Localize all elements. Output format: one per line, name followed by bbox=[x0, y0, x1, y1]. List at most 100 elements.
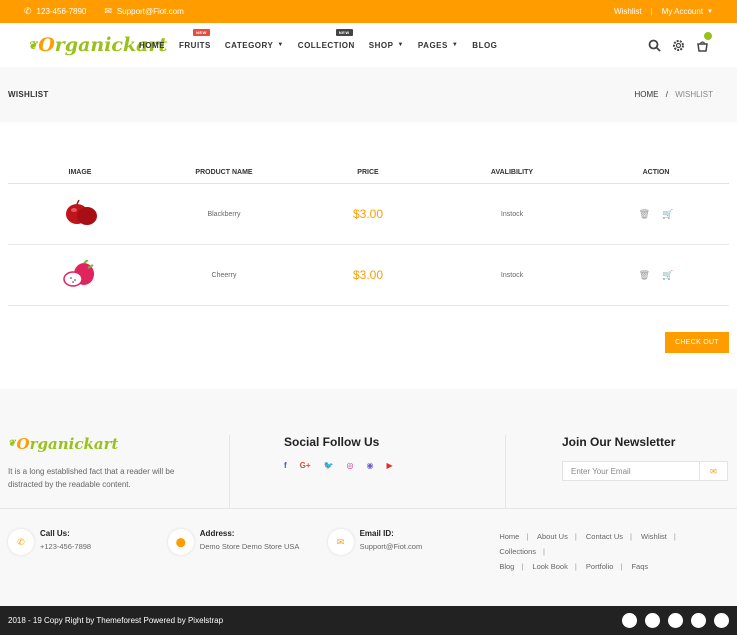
email-text: Support@Fiot.com bbox=[116, 7, 184, 16]
footer-link-wishlist[interactable]: Wishlist bbox=[641, 532, 667, 541]
breadcrumb-current: WISHLIST bbox=[675, 90, 713, 99]
contact-call: ✆ Call Us: +123-456-7898 bbox=[8, 529, 168, 555]
rss-icon[interactable]: ◉ bbox=[367, 461, 374, 470]
product-name[interactable]: Blackberry bbox=[152, 211, 296, 218]
instagram-icon[interactable]: ◎ bbox=[347, 461, 354, 470]
search-icon[interactable] bbox=[647, 38, 661, 52]
newsletter-title: Join Our Newsletter bbox=[562, 435, 676, 449]
phone-icon: ✆ bbox=[24, 6, 32, 16]
chevron-down-icon: ▼ bbox=[707, 8, 713, 15]
phone-info: ✆ 123-456-7890 bbox=[24, 6, 86, 17]
contact-email: ✉ Email ID: Support@Fiot.com bbox=[327, 529, 488, 555]
cart-count-badge bbox=[704, 32, 712, 40]
chevron-down-icon: ▼ bbox=[451, 42, 459, 48]
logo-leaf-icon: ❦ bbox=[8, 439, 16, 449]
chevron-down-icon: ▼ bbox=[277, 42, 284, 48]
product-price: $3.00 bbox=[352, 207, 384, 221]
new-badge: NEW bbox=[335, 28, 353, 36]
mail-icon: ✉ bbox=[104, 6, 112, 16]
wishlist-table: IMAGE PRODUCT NAME PRICE AVALIBILITY ACT… bbox=[8, 162, 729, 306]
email-info: ✉ Support@Fiot.com bbox=[104, 6, 183, 17]
copyright-bar: 2018 - 19 Copy Right by Themeforest Powe… bbox=[0, 606, 737, 635]
footer-link-about[interactable]: About Us bbox=[537, 532, 568, 541]
footer-link-home[interactable]: Home bbox=[499, 532, 519, 541]
page-title: WISHLIST bbox=[8, 90, 49, 99]
phone-text: 123-456-7890 bbox=[36, 7, 87, 16]
footer-link-lookbook[interactable]: Look Book bbox=[532, 562, 567, 571]
table-header: IMAGE PRODUCT NAME PRICE AVALIBILITY ACT… bbox=[8, 162, 729, 184]
footer-link-blog[interactable]: Blog bbox=[499, 562, 514, 571]
table-row: Blackberry $3.00 Instock 🗑 🛒 bbox=[8, 184, 729, 245]
social-title: Social Follow Us bbox=[284, 435, 380, 449]
nav-shop[interactable]: SHOP ▼ bbox=[369, 41, 404, 50]
delete-icon[interactable]: 🗑 bbox=[639, 270, 650, 281]
footer-link-faqs[interactable]: Faqs bbox=[631, 562, 648, 571]
cart-icon[interactable]: 🛒 bbox=[662, 270, 673, 281]
footer-newsletter: Join Our Newsletter Enter Your Email ✉ bbox=[506, 435, 729, 508]
email-value: Support@Fiot.com bbox=[359, 542, 423, 551]
footer: ❦ Organickart It is a long established f… bbox=[0, 389, 737, 606]
header-product-name: PRODUCT NAME bbox=[195, 169, 253, 176]
footer-link-portfolio[interactable]: Portfolio bbox=[586, 562, 614, 571]
footer-link-collections[interactable]: Collections bbox=[499, 547, 536, 556]
table-row: Cheerry $3.00 Instock 🗑 🛒 bbox=[8, 245, 729, 306]
nav-pages[interactable]: PAGES ▼ bbox=[418, 41, 458, 50]
discover-icon bbox=[714, 613, 729, 628]
product-availability: Instock bbox=[500, 210, 524, 218]
cart-icon[interactable]: 🛒 bbox=[662, 209, 673, 220]
amex-icon bbox=[691, 613, 706, 628]
product-availability: Instock bbox=[500, 271, 524, 279]
divider: | bbox=[650, 7, 653, 16]
footer-about: ❦ Organickart It is a long established f… bbox=[8, 435, 230, 508]
cart-icon[interactable] bbox=[695, 32, 712, 52]
product-name[interactable]: Cheerry bbox=[152, 272, 296, 279]
logo-leaf-icon: ❦ bbox=[28, 38, 38, 52]
top-bar: ✆ 123-456-7890 ✉ Support@Fiot.com Wishli… bbox=[0, 0, 737, 23]
new-badge: NEW bbox=[193, 28, 210, 36]
mail-icon[interactable]: ✉ bbox=[699, 462, 727, 480]
footer-links: Home | About Us | Contact Us | Wishlist | Co… bbox=[499, 532, 676, 571]
newsletter-email-input[interactable]: Enter Your Email bbox=[563, 467, 699, 476]
breadcrumb-home[interactable]: HOME bbox=[635, 90, 659, 99]
location-pin-icon: ⬤ bbox=[167, 529, 194, 555]
about-text: It is a long established fact that a rea… bbox=[8, 467, 175, 489]
chevron-down-icon: ▼ bbox=[397, 42, 404, 48]
nav-blog[interactable]: BLOG bbox=[472, 41, 497, 50]
contact-address: ⬤ Address: Demo Store Demo Store USA bbox=[167, 529, 328, 555]
copyright-text: 2018 - 19 Copy Right by Themeforest Powe… bbox=[8, 616, 224, 625]
nav-category[interactable]: CATEGORY ▼ bbox=[225, 41, 284, 50]
youtube-icon[interactable]: ▶ bbox=[387, 461, 393, 470]
nav-home[interactable]: HOME bbox=[139, 41, 165, 50]
delete-icon[interactable]: 🗑 bbox=[639, 209, 650, 220]
header-action: ACTION bbox=[642, 169, 670, 176]
nav-fruits[interactable]: NEW FRUITS bbox=[179, 28, 211, 50]
logo[interactable]: ❦ Organickart bbox=[28, 34, 167, 56]
gear-icon[interactable] bbox=[671, 38, 685, 52]
footer-logo[interactable]: ❦ Organickart bbox=[8, 435, 118, 453]
footer-link-contact[interactable]: Contact Us bbox=[586, 532, 623, 541]
breadcrumb-section: WISHLIST HOME / WISHLIST bbox=[0, 67, 737, 122]
nav-collection[interactable]: NEW COLLECTION bbox=[298, 28, 355, 50]
checkout-button[interactable]: CHECK OUT bbox=[665, 332, 729, 353]
google-plus-icon[interactable]: G+ bbox=[300, 461, 311, 470]
twitter-icon[interactable]: 🐦 bbox=[324, 461, 334, 470]
wishlist-link[interactable]: Wishlist bbox=[614, 7, 642, 16]
header-price: PRICE bbox=[357, 169, 379, 176]
main-navbar: ❦ Organickart HOME NEW FRUITS CATEGORY ▼ … bbox=[0, 23, 737, 67]
facebook-icon[interactable]: f bbox=[284, 461, 287, 470]
phone-icon: ✆ bbox=[8, 529, 34, 555]
mail-icon: ✉ bbox=[327, 529, 354, 555]
header-availability: AVALIBILITY bbox=[490, 169, 534, 176]
product-image[interactable] bbox=[60, 259, 100, 288]
paypal-icon bbox=[668, 613, 683, 628]
nav-menu: HOME NEW FRUITS CATEGORY ▼ NEW COLLECTION… bbox=[139, 28, 511, 50]
account-dropdown[interactable]: My Account bbox=[662, 7, 703, 16]
header-image: IMAGE bbox=[68, 169, 92, 176]
payment-icons bbox=[622, 613, 729, 628]
product-image[interactable] bbox=[60, 199, 100, 227]
call-value: +123-456-7898 bbox=[40, 542, 92, 551]
product-price: $3.00 bbox=[352, 268, 384, 282]
visa-icon bbox=[622, 613, 637, 628]
breadcrumb: HOME / WISHLIST bbox=[634, 90, 713, 99]
address-value: Demo Store Demo Store USA bbox=[199, 542, 300, 551]
